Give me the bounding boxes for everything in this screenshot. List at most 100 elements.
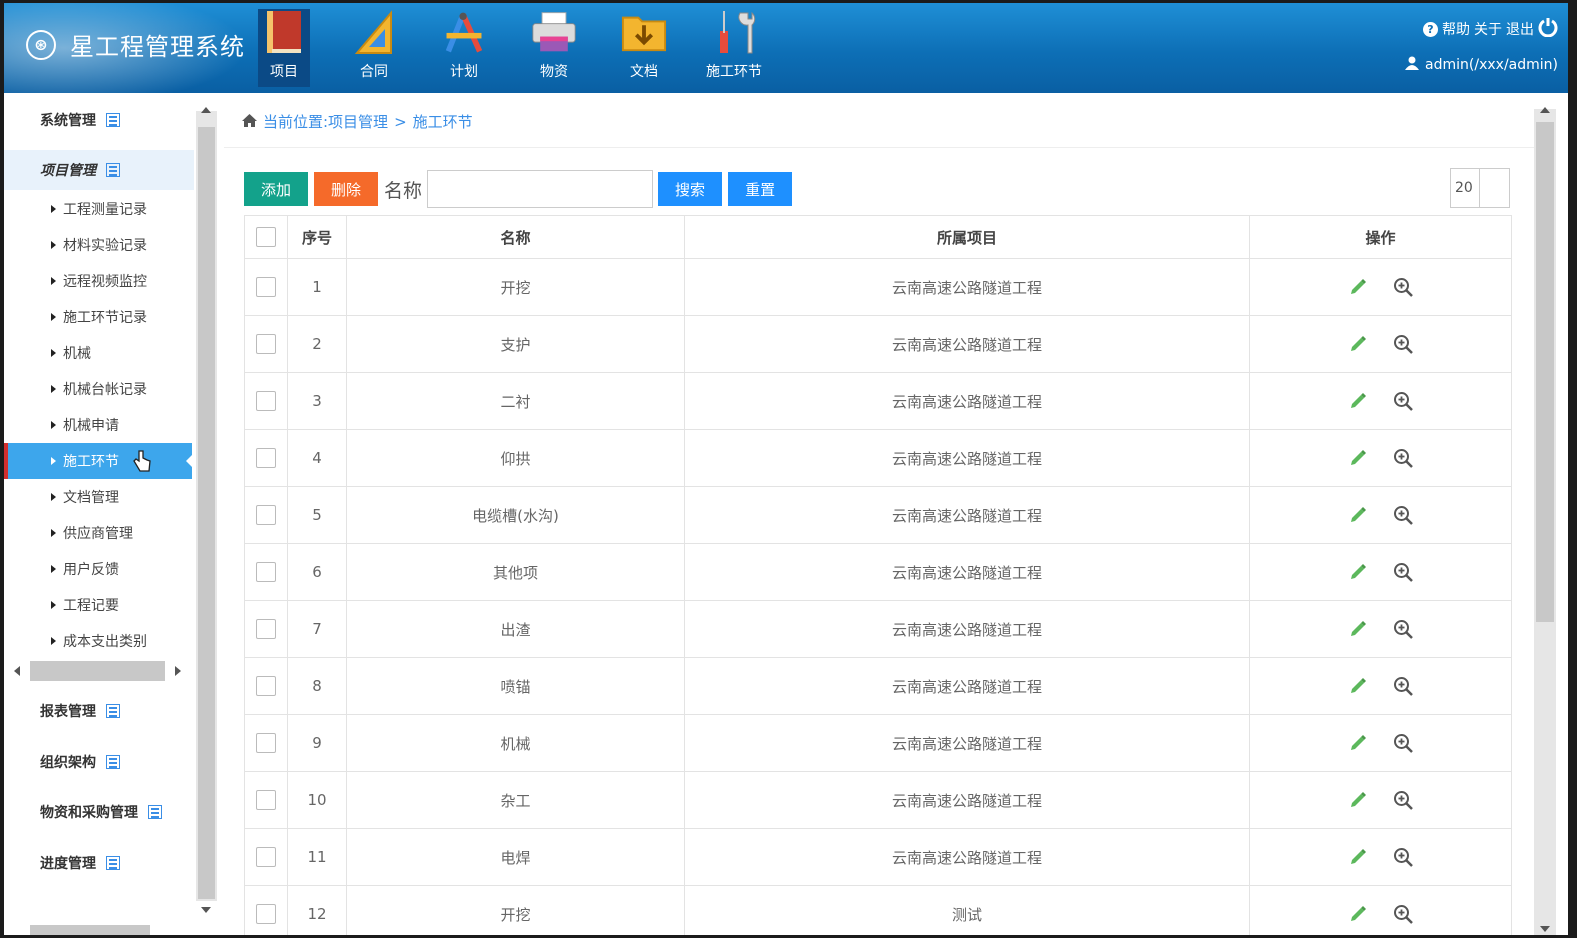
row-checkbox[interactable] xyxy=(256,733,276,753)
edit-pencil-icon[interactable] xyxy=(1349,677,1367,695)
table-row[interactable]: 8 喷锚 云南高速公路隧道工程 xyxy=(244,657,1512,715)
table-row[interactable]: 1 开挖 云南高速公路隧道工程 xyxy=(244,258,1512,316)
nav-construction[interactable]: 施工环节 xyxy=(689,9,779,87)
nav-contract[interactable]: 合同 xyxy=(329,9,419,87)
table-row[interactable]: 5 电缆槽(水沟) 云南高速公路隧道工程 xyxy=(244,486,1512,544)
view-zoom-icon[interactable] xyxy=(1393,391,1413,411)
view-zoom-icon[interactable] xyxy=(1393,790,1413,810)
sidebar-item-feedback[interactable]: 用户反馈 xyxy=(4,551,192,587)
menu-project[interactable]: 项目管理 xyxy=(4,150,194,190)
nav-plan[interactable]: 计划 xyxy=(419,9,509,87)
row-checkbox[interactable] xyxy=(256,448,276,468)
menu-procurement[interactable]: 物资和采购管理 xyxy=(4,792,194,832)
sidebar-item-suppliers[interactable]: 供应商管理 xyxy=(4,515,192,551)
edit-pencil-icon[interactable] xyxy=(1349,392,1367,410)
delete-button[interactable]: 删除 xyxy=(314,172,379,206)
table-row[interactable]: 9 机械 云南高速公路隧道工程 xyxy=(244,714,1512,772)
home-icon[interactable] xyxy=(242,113,257,131)
table-row[interactable]: 6 其他项 云南高速公路隧道工程 xyxy=(244,543,1512,601)
sidebar-item-material-test[interactable]: 材料实验记录 xyxy=(4,227,192,263)
menu-org[interactable]: 组织架构 xyxy=(4,742,194,782)
edit-pencil-icon[interactable] xyxy=(1349,449,1367,467)
edit-pencil-icon[interactable] xyxy=(1349,620,1367,638)
sidebar-bottom-scrollbar[interactable] xyxy=(30,925,150,935)
content-scroll-thumb[interactable] xyxy=(1536,122,1554,622)
row-checkbox[interactable] xyxy=(256,619,276,639)
table-row[interactable]: 4 仰拱 云南高速公路隧道工程 xyxy=(244,429,1512,487)
table-row[interactable]: 2 支护 云南高速公路隧道工程 xyxy=(244,315,1512,373)
view-zoom-icon[interactable] xyxy=(1393,448,1413,468)
sidebar-item-machine-ledger[interactable]: 机械台帐记录 xyxy=(4,371,192,407)
sidebar-item-video[interactable]: 远程视频监控 xyxy=(4,263,192,299)
sidebar-item-construction-record[interactable]: 施工环节记录 xyxy=(4,299,192,335)
search-button[interactable]: 搜索 xyxy=(658,172,723,206)
logout-link[interactable]: 退出 xyxy=(1506,19,1534,39)
sidebar-item-docs[interactable]: 文档管理 xyxy=(4,479,192,515)
scroll-left-icon[interactable] xyxy=(14,666,20,676)
view-zoom-icon[interactable] xyxy=(1393,847,1413,867)
menu-progress[interactable]: 进度管理 xyxy=(4,843,194,883)
edit-pencil-icon[interactable] xyxy=(1349,335,1367,353)
content-scroll-down-icon[interactable] xyxy=(1540,926,1550,932)
table-row[interactable]: 7 出渣 云南高速公路隧道工程 xyxy=(244,600,1512,658)
power-icon[interactable] xyxy=(1538,17,1558,41)
view-zoom-icon[interactable] xyxy=(1393,676,1413,696)
row-checkbox[interactable] xyxy=(256,391,276,411)
reset-button[interactable]: 重置 xyxy=(728,172,793,206)
sidebar-scroll-thumb[interactable] xyxy=(198,127,215,899)
breadcrumb-path[interactable]: 当前位置:项目管理 xyxy=(263,111,388,132)
table-row[interactable]: 10 杂工 云南高速公路隧道工程 xyxy=(244,771,1512,829)
sidebar-item-machinery[interactable]: 机械 xyxy=(4,335,192,371)
row-checkbox[interactable] xyxy=(256,562,276,582)
edit-pencil-icon[interactable] xyxy=(1349,734,1367,752)
current-user[interactable]: admin(/xxx/admin) xyxy=(1425,57,1558,73)
row-checkbox[interactable] xyxy=(256,676,276,696)
row-checkbox[interactable] xyxy=(256,334,276,354)
col-project[interactable]: 所属项目 xyxy=(684,215,1250,259)
edit-pencil-icon[interactable] xyxy=(1349,848,1367,866)
nav-documents[interactable]: 文档 xyxy=(599,9,689,87)
nav-project[interactable]: 项目 xyxy=(258,9,310,87)
table-row[interactable]: 11 电焊 云南高速公路隧道工程 xyxy=(244,828,1512,886)
submenu-hscrollbar[interactable] xyxy=(30,661,165,681)
row-checkbox[interactable] xyxy=(256,847,276,867)
menu-system[interactable]: 系统管理 xyxy=(4,100,194,140)
select-all-checkbox[interactable] xyxy=(256,227,276,247)
sidebar-item-cost-category[interactable]: 成本支出类别 xyxy=(4,623,192,659)
row-checkbox[interactable] xyxy=(256,277,276,297)
view-zoom-icon[interactable] xyxy=(1393,904,1413,924)
view-zoom-icon[interactable] xyxy=(1393,619,1413,639)
scroll-down-icon[interactable] xyxy=(201,907,211,913)
row-checkbox[interactable] xyxy=(256,904,276,924)
add-button[interactable]: 添加 xyxy=(244,172,309,206)
sidebar-item-machine-request[interactable]: 机械申请 xyxy=(4,407,192,443)
about-link[interactable]: 关于 xyxy=(1474,19,1502,39)
sidebar-item-construction-stage[interactable]: 施工环节 xyxy=(4,443,193,479)
view-zoom-icon[interactable] xyxy=(1393,334,1413,354)
scroll-up-icon[interactable] xyxy=(201,107,211,113)
edit-pencil-icon[interactable] xyxy=(1349,905,1367,923)
page-size-select[interactable]: 20 xyxy=(1450,168,1510,208)
help-link[interactable]: 帮助 xyxy=(1442,19,1470,39)
row-project: 云南高速公路隧道工程 xyxy=(684,828,1250,886)
row-checkbox[interactable] xyxy=(256,790,276,810)
sidebar-item-survey[interactable]: 工程测量记录 xyxy=(4,191,192,227)
scroll-right-icon[interactable] xyxy=(175,666,181,676)
col-name[interactable]: 名称 xyxy=(346,215,685,259)
view-zoom-icon[interactable] xyxy=(1393,733,1413,753)
menu-reports[interactable]: 报表管理 xyxy=(4,691,194,731)
edit-pencil-icon[interactable] xyxy=(1349,506,1367,524)
view-zoom-icon[interactable] xyxy=(1393,277,1413,297)
table-row[interactable]: 12 开挖 测试 xyxy=(244,885,1512,935)
name-search-input[interactable] xyxy=(427,170,654,208)
row-checkbox[interactable] xyxy=(256,505,276,525)
edit-pencil-icon[interactable] xyxy=(1349,278,1367,296)
table-row[interactable]: 3 二衬 云南高速公路隧道工程 xyxy=(244,372,1512,430)
view-zoom-icon[interactable] xyxy=(1393,562,1413,582)
edit-pencil-icon[interactable] xyxy=(1349,563,1367,581)
sidebar-item-memo[interactable]: 工程记要 xyxy=(4,587,192,623)
content-scroll-up-icon[interactable] xyxy=(1540,107,1550,113)
view-zoom-icon[interactable] xyxy=(1393,505,1413,525)
nav-materials[interactable]: 物资 xyxy=(509,9,599,87)
edit-pencil-icon[interactable] xyxy=(1349,791,1367,809)
